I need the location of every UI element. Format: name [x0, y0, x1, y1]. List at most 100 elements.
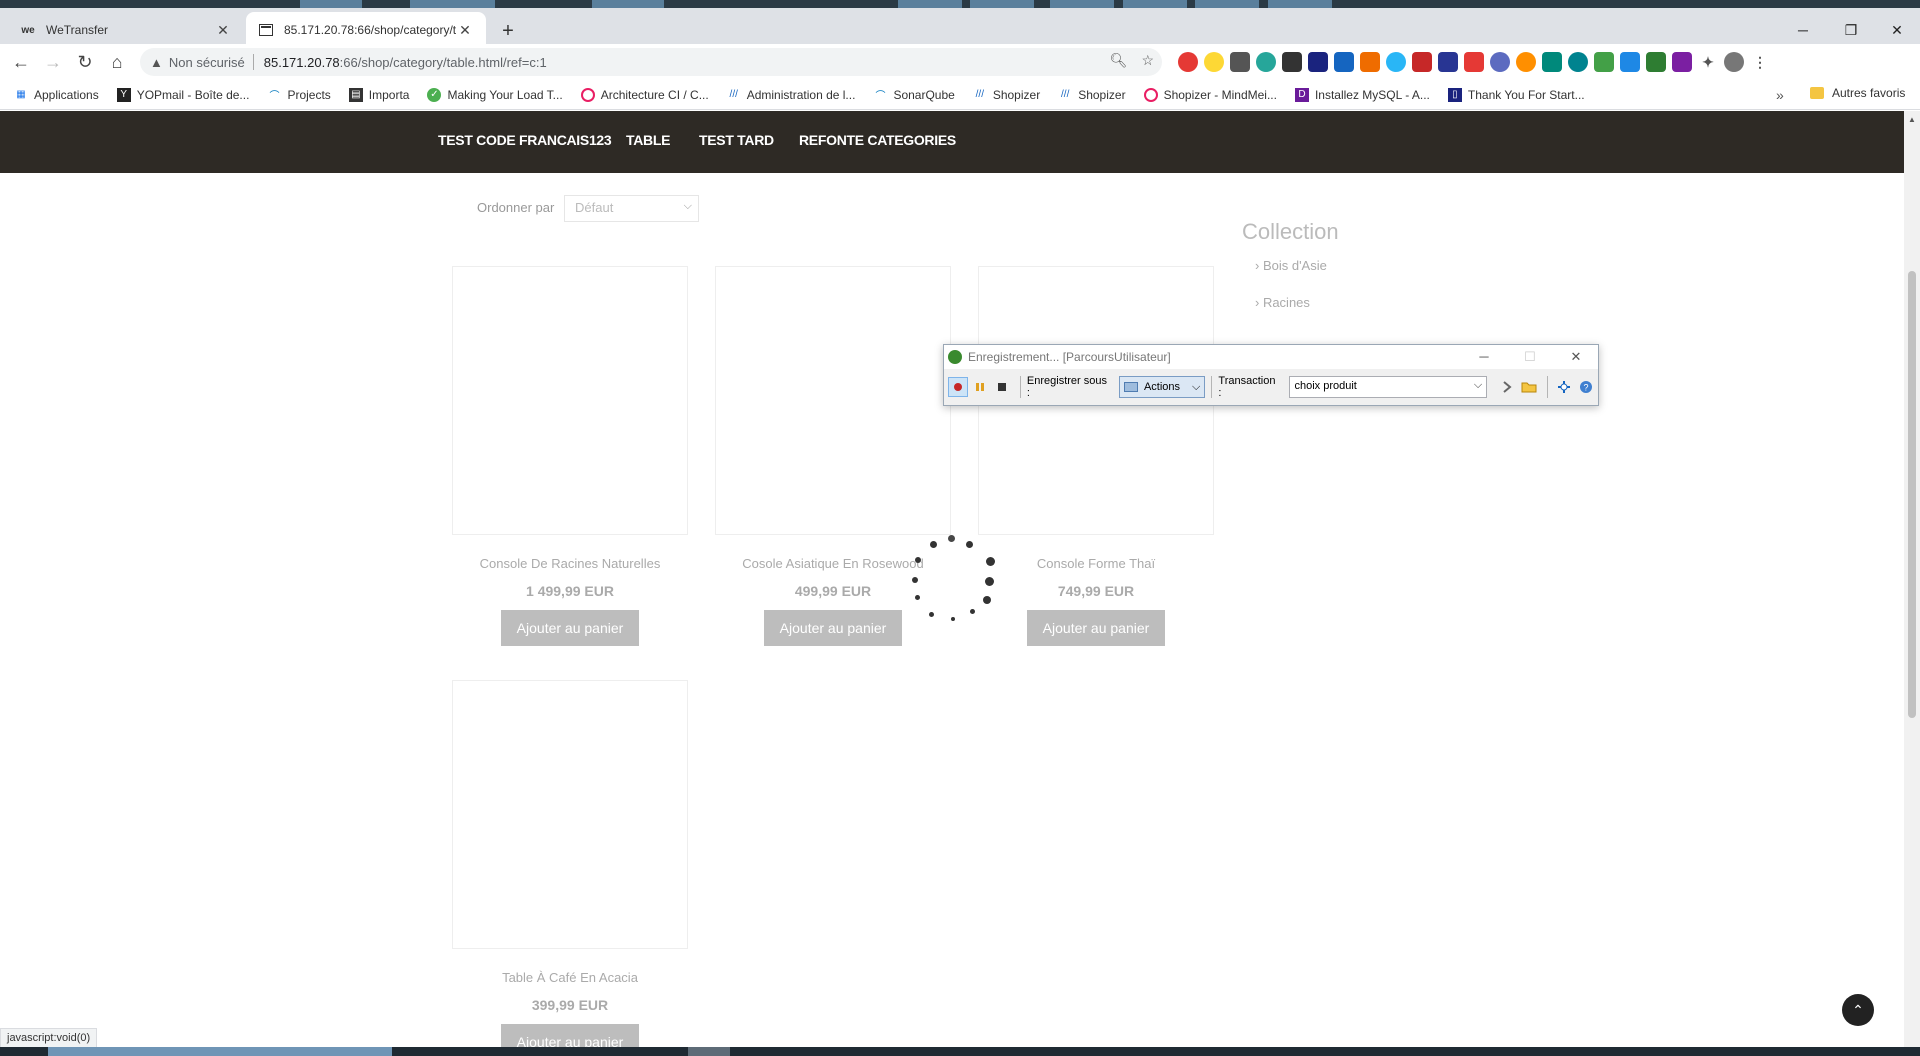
bookmark-importa[interactable]: ▤ Importa: [348, 87, 410, 102]
back-icon[interactable]: ←: [8, 50, 34, 74]
forward-icon[interactable]: →: [40, 50, 66, 74]
extension-grid-icon[interactable]: [1464, 52, 1484, 72]
star-icon[interactable]: ☆: [1141, 52, 1154, 69]
nav-link-test-tard[interactable]: TEST TARD: [699, 132, 774, 148]
link-icon[interactable]: [1230, 52, 1250, 72]
other-bookmarks-folder[interactable]: Autres favoris: [1810, 86, 1905, 100]
extension-pt-icon[interactable]: [1594, 52, 1614, 72]
bookmark-administration[interactable]: /// Administration de l...: [727, 88, 856, 102]
close-icon[interactable]: ✕: [456, 22, 474, 39]
chevron-down-icon[interactable]: ⌵: [1474, 379, 1482, 392]
record-button[interactable]: [948, 377, 968, 397]
product-image[interactable]: [715, 266, 951, 535]
zoom-icon[interactable]: 🔍︎: [1110, 52, 1128, 69]
avatar[interactable]: [1724, 52, 1744, 72]
recorder-title-bar[interactable]: Enregistrement... [ParcoursUtilisateur] …: [944, 345, 1598, 369]
add-to-cart-button[interactable]: Ajouter au panier: [501, 1024, 639, 1047]
nav-link-table[interactable]: TABLE: [626, 132, 670, 148]
collection-item[interactable]: › Racines: [1255, 295, 1310, 310]
bookmark-sonarqube[interactable]: ⌒ SonarQube: [873, 88, 954, 103]
security-label: Non sécurisé: [168, 54, 245, 70]
minimize-button[interactable]: ─: [1464, 346, 1504, 368]
maximize-button[interactable]: ☐: [1510, 346, 1550, 368]
extension-pdf-icon[interactable]: [1412, 52, 1432, 72]
extension-teal-icon[interactable]: [1256, 52, 1276, 72]
save-as-dropdown[interactable]: Actions ⌵: [1118, 376, 1206, 398]
onenote-icon[interactable]: [1672, 52, 1692, 72]
add-to-cart-button[interactable]: Ajouter au panier: [501, 610, 639, 646]
extension-sof-icon[interactable]: [1334, 52, 1354, 72]
bookmark-applications[interactable]: ▦ Applications: [14, 88, 98, 102]
new-tab-button[interactable]: +: [496, 20, 520, 44]
nav-link-refonte-categories[interactable]: REFONTE CATEGORIES: [799, 132, 956, 148]
close-button[interactable]: ✕: [1556, 346, 1596, 368]
bookmark-thank-you[interactable]: ▯ Thank You For Start...: [1447, 87, 1585, 102]
reload-icon[interactable]: ↻: [72, 50, 98, 74]
add-to-cart-button[interactable]: Ajouter au panier: [1027, 610, 1165, 646]
extension-s-icon[interactable]: [1542, 52, 1562, 72]
bookmark-shopizer-mindmeister[interactable]: Shopizer - MindMei...: [1143, 87, 1277, 102]
product-price: 1 499,99 EUR: [526, 583, 614, 599]
target-icon[interactable]: [1554, 377, 1574, 397]
puzzle-icon[interactable]: ✦: [1698, 52, 1718, 72]
back-to-top-button[interactable]: ⌃: [1842, 994, 1874, 1026]
extension-yellow-icon[interactable]: [1204, 52, 1224, 72]
window-close-button[interactable]: ✕: [1874, 16, 1920, 46]
bookmark-yopmail[interactable]: Y YOPmail - Boîte de...: [116, 87, 249, 102]
spinner-dot: [986, 557, 995, 566]
product-name[interactable]: Table À Café En Acacia: [425, 970, 715, 985]
pink-logo-icon: [1143, 87, 1158, 102]
open-folder-icon[interactable]: [1519, 377, 1539, 397]
scrollbar-thumb[interactable]: [1908, 271, 1916, 718]
taskbar-strip: [0, 1047, 1920, 1056]
product-name[interactable]: Console De Racines Naturelles: [425, 556, 715, 571]
add-to-cart-button[interactable]: Ajouter au panier: [764, 610, 902, 646]
bookmark-projects[interactable]: ⌒ Projects: [267, 88, 330, 103]
bookmark-shopizer[interactable]: /// Shopizer: [973, 88, 1041, 102]
home-icon[interactable]: ⌂: [104, 50, 130, 74]
transaction-combobox[interactable]: choix produit ⌵: [1289, 376, 1488, 398]
product-image[interactable]: [452, 266, 688, 535]
taskbar-segment: [48, 1047, 392, 1056]
extension-m-icon[interactable]: [1282, 52, 1302, 72]
spinner-dot: [929, 612, 934, 617]
pause-button[interactable]: [970, 377, 990, 397]
extension-chart-icon[interactable]: [1360, 52, 1380, 72]
extension-react-icon[interactable]: [1386, 52, 1406, 72]
help-icon[interactable]: ?: [1576, 377, 1596, 397]
bookmark-label: Architecture CI / C...: [600, 87, 709, 102]
extension-999-icon[interactable]: [1308, 52, 1328, 72]
extension-i-icon[interactable]: [1490, 52, 1510, 72]
bookmark-architecture[interactable]: Architecture CI / C...: [580, 87, 709, 102]
page-scrollbar[interactable]: ▲: [1904, 111, 1920, 1047]
product-image[interactable]: [452, 680, 688, 949]
bookmark-label: Importa: [368, 87, 410, 102]
menu-icon[interactable]: ⋮: [1750, 52, 1770, 72]
product-name[interactable]: Cosole Asiatique En Rosewood: [688, 556, 978, 571]
bookmark-making-your-load[interactable]: ✓ Making Your Load T...: [427, 87, 563, 102]
shopizer-icon: ///: [975, 89, 984, 100]
bookmarks-overflow-button[interactable]: »: [1776, 87, 1784, 103]
extension-v-icon[interactable]: [1620, 52, 1640, 72]
collection-item[interactable]: › Bois d'Asie: [1255, 258, 1327, 273]
sort-select[interactable]: Défaut ⌵: [564, 195, 699, 222]
scroll-up-icon[interactable]: ▲: [1908, 115, 1916, 124]
stop-button[interactable]: [992, 377, 1012, 397]
extension-pro-icon[interactable]: [1438, 52, 1458, 72]
tab-wetransfer[interactable]: we WeTransfer ✕: [8, 12, 244, 48]
bookmark-shopizer[interactable]: /// Shopizer: [1058, 88, 1126, 102]
chevron-right-icon[interactable]: [1497, 377, 1517, 397]
minimize-button[interactable]: ─: [1780, 16, 1826, 46]
evernote-icon[interactable]: [1646, 52, 1666, 72]
chevron-down-icon: ⌵: [683, 200, 692, 212]
address-bar[interactable]: ▲ Non sécurisé 85.171.20.78 :66/shop/cat…: [140, 48, 1162, 76]
extension-globe-icon[interactable]: [1568, 52, 1588, 72]
extension-cookie-icon[interactable]: [1516, 52, 1536, 72]
restore-button[interactable]: ❐: [1828, 16, 1874, 46]
extension-red-icon[interactable]: [1178, 52, 1198, 72]
other-bookmarks-label: Autres favoris: [1832, 86, 1906, 100]
close-icon[interactable]: ✕: [214, 22, 232, 39]
tab-shop-category[interactable]: 85.171.20.78:66/shop/category/t ✕: [246, 12, 486, 48]
nav-link-test-code-francais[interactable]: TEST CODE FRANCAIS123: [438, 132, 612, 148]
bookmark-installez-mysql[interactable]: D Installez MySQL - A...: [1294, 87, 1430, 102]
